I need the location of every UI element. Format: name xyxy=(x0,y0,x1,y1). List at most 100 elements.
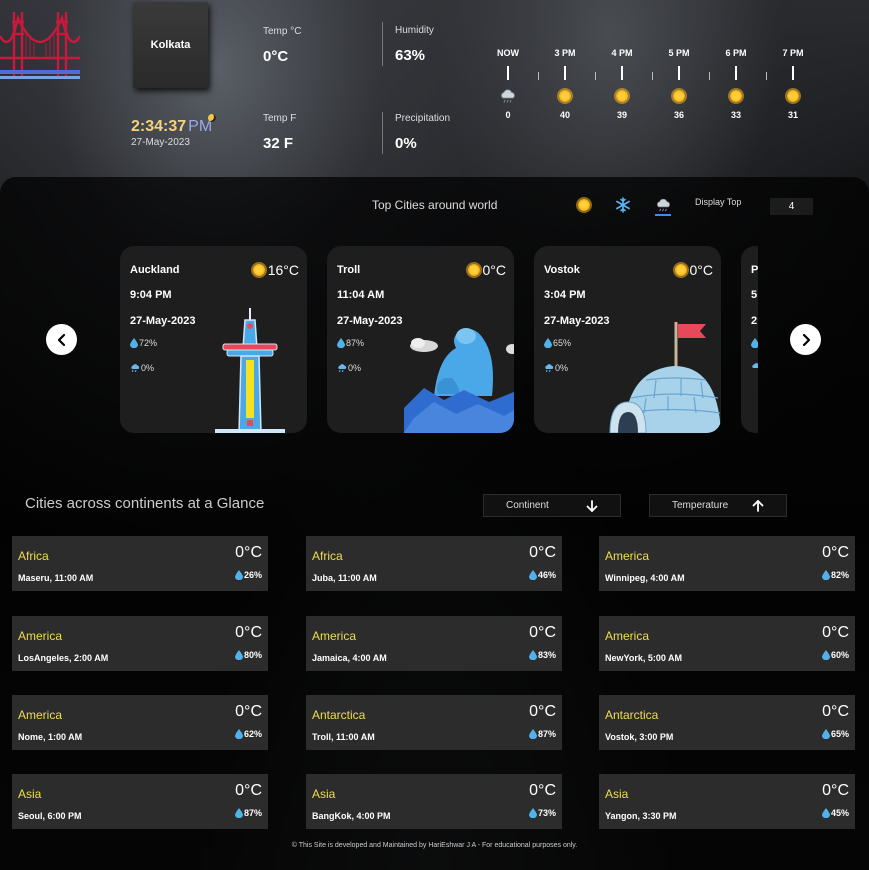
water-drop-icon xyxy=(234,650,243,660)
stat-humidity: Humidity 63% xyxy=(395,25,434,64)
glance-card[interactable]: Asia 0°C Yangon, 3:30 PM 45% xyxy=(599,774,855,829)
glance-card[interactable]: America 0°C NewYork, 5:00 AM 60% xyxy=(599,616,855,671)
sort-continent-button[interactable]: Continent xyxy=(483,494,621,517)
city-card-name: Vostok xyxy=(544,264,580,276)
hourly-value: 39 xyxy=(616,110,627,120)
hourly-item: 7 PM 31 xyxy=(773,48,813,120)
filter-rain-button[interactable] xyxy=(653,195,673,215)
hourly-label: 7 PM xyxy=(782,48,804,58)
top-cities-carousel[interactable]: Auckland 16°C 9:04 PM 27-May-2023 72% 0%… xyxy=(120,246,758,434)
glance-card[interactable]: Africa 0°C Juba, 11:00 AM 46% xyxy=(306,536,562,591)
glance-card[interactable]: Africa 0°C Maseru, 11:00 AM 26% xyxy=(12,536,268,591)
sun-icon xyxy=(730,90,742,102)
filter-snow-button[interactable] xyxy=(613,195,633,215)
current-city-box[interactable]: Kolkata xyxy=(133,2,208,88)
glance-card[interactable]: Asia 0°C Seoul, 6:00 PM 87% xyxy=(12,774,268,829)
glance-card[interactable]: Asia 0°C BangKok, 4:00 PM 73% xyxy=(306,774,562,829)
glance-card[interactable]: America 0°C LosAngeles, 2:00 AM 80% xyxy=(12,616,268,671)
stat-value: 32 F xyxy=(263,135,294,152)
minor-tick xyxy=(538,72,539,80)
glance-location: Jamaica, 4:00 AM xyxy=(312,653,387,663)
humidity-value: 45% xyxy=(830,808,849,818)
water-drop-icon xyxy=(130,338,138,348)
water-drop-icon xyxy=(821,650,830,660)
polar-bear-illustration xyxy=(404,328,514,433)
glance-card[interactable]: America 0°C Winnipeg, 4:00 AM 82% xyxy=(599,536,855,591)
hourly-value: 40 xyxy=(559,110,570,120)
hourly-value: 36 xyxy=(673,110,684,120)
glance-humidity: 45% xyxy=(821,808,849,818)
hourly-label: 6 PM xyxy=(725,48,747,58)
humidity-value: 62% xyxy=(243,729,262,739)
city-card-precip: 0% xyxy=(544,363,568,373)
city-card-name: Auckland xyxy=(130,264,180,276)
stat-temp-c: Temp °C 0°C xyxy=(263,26,301,65)
hourly-tick xyxy=(564,66,566,80)
glance-location: Troll, 11:00 AM xyxy=(312,732,375,742)
filter-sunny-button[interactable] xyxy=(574,195,594,215)
city-card-temp: 16°C xyxy=(252,262,299,278)
humidity-value: 87% xyxy=(346,338,365,348)
glance-humidity: 62% xyxy=(234,729,262,739)
arrow-down-icon xyxy=(586,499,598,512)
carousel-prev-button[interactable] xyxy=(46,324,77,355)
clock-time: 2:34:37 xyxy=(131,118,187,135)
sun-icon xyxy=(252,264,265,276)
minor-tick xyxy=(709,72,710,80)
glance-card[interactable]: Antarctica 0°C Vostok, 3:00 PM 65% xyxy=(599,695,855,750)
glance-temp: 0°C xyxy=(235,703,262,720)
footer-text: © This Site is developed and Maintained … xyxy=(291,842,578,849)
minor-tick xyxy=(766,72,767,80)
current-city-name: Kolkata xyxy=(150,39,191,51)
sun-icon xyxy=(578,199,590,211)
water-drop-icon xyxy=(544,338,552,348)
hourly-item: 5 PM 36 xyxy=(659,48,699,120)
city-card[interactable]: P 5 2 xyxy=(741,246,758,433)
hourly-item: NOW 0 xyxy=(488,48,528,120)
glance-temp: 0°C xyxy=(529,624,556,641)
minor-tick xyxy=(652,72,653,80)
sort-temperature-button[interactable]: Temperature xyxy=(649,494,787,517)
city-card-precip xyxy=(751,363,758,371)
glance-continent: Asia xyxy=(312,787,336,801)
glance-location: Vostok, 3:00 PM xyxy=(605,732,674,742)
glance-card[interactable]: Antarctica 0°C Troll, 11:00 AM 87% xyxy=(306,695,562,750)
glance-humidity: 26% xyxy=(234,570,262,580)
glance-card[interactable]: America 0°C Nome, 1:00 AM 62% xyxy=(12,695,268,750)
glance-card[interactable]: America 0°C Jamaica, 4:00 AM 83% xyxy=(306,616,562,671)
humidity-value: 65% xyxy=(553,338,572,348)
water-drop-icon xyxy=(234,729,243,739)
glance-continent: America xyxy=(605,549,650,563)
hourly-item: 4 PM 39 xyxy=(602,48,642,120)
active-filter-indicator xyxy=(655,214,671,216)
water-drop-icon xyxy=(528,650,537,660)
glance-location: Yangon, 3:30 PM xyxy=(605,811,677,821)
city-card-temp: 0°C xyxy=(467,262,506,278)
sky-tower-illustration xyxy=(215,308,285,433)
glance-continent: Antarctica xyxy=(312,708,366,722)
city-card-date: 27-May-2023 xyxy=(337,315,403,327)
glance-title: Cities across continents at a Glance xyxy=(25,495,265,512)
glance-temp: 0°C xyxy=(822,782,849,799)
display-top-input[interactable] xyxy=(770,198,813,215)
stat-label: Temp °C xyxy=(263,26,302,37)
city-card-humidity xyxy=(751,338,758,348)
humidity-value: 87% xyxy=(537,729,556,739)
glance-temp: 0°C xyxy=(822,703,849,720)
sort-continent-label: Continent xyxy=(506,500,549,511)
sun-icon xyxy=(559,90,571,102)
rain-cloud-icon xyxy=(545,364,554,372)
glance-location: Juba, 11:00 AM xyxy=(312,573,377,583)
glance-continent: America xyxy=(18,708,63,722)
stat-temp-f: Temp F 32 F xyxy=(263,113,296,152)
golden-gate-logo-icon xyxy=(0,12,80,79)
city-card-name: P xyxy=(751,264,758,276)
city-card[interactable]: Troll 0°C 11:04 AM 27-May-2023 87% 0% xyxy=(327,246,514,433)
city-card-date: 2 xyxy=(751,315,758,327)
city-card[interactable]: Auckland 16°C 9:04 PM 27-May-2023 72% 0% xyxy=(120,246,307,433)
city-card-precip: 0% xyxy=(337,363,361,373)
chevron-right-icon xyxy=(802,333,810,346)
glance-continent: Africa xyxy=(312,549,343,563)
carousel-next-button[interactable] xyxy=(790,324,821,355)
city-card[interactable]: Vostok 0°C 3:04 PM 27-May-2023 65% 0% xyxy=(534,246,721,433)
